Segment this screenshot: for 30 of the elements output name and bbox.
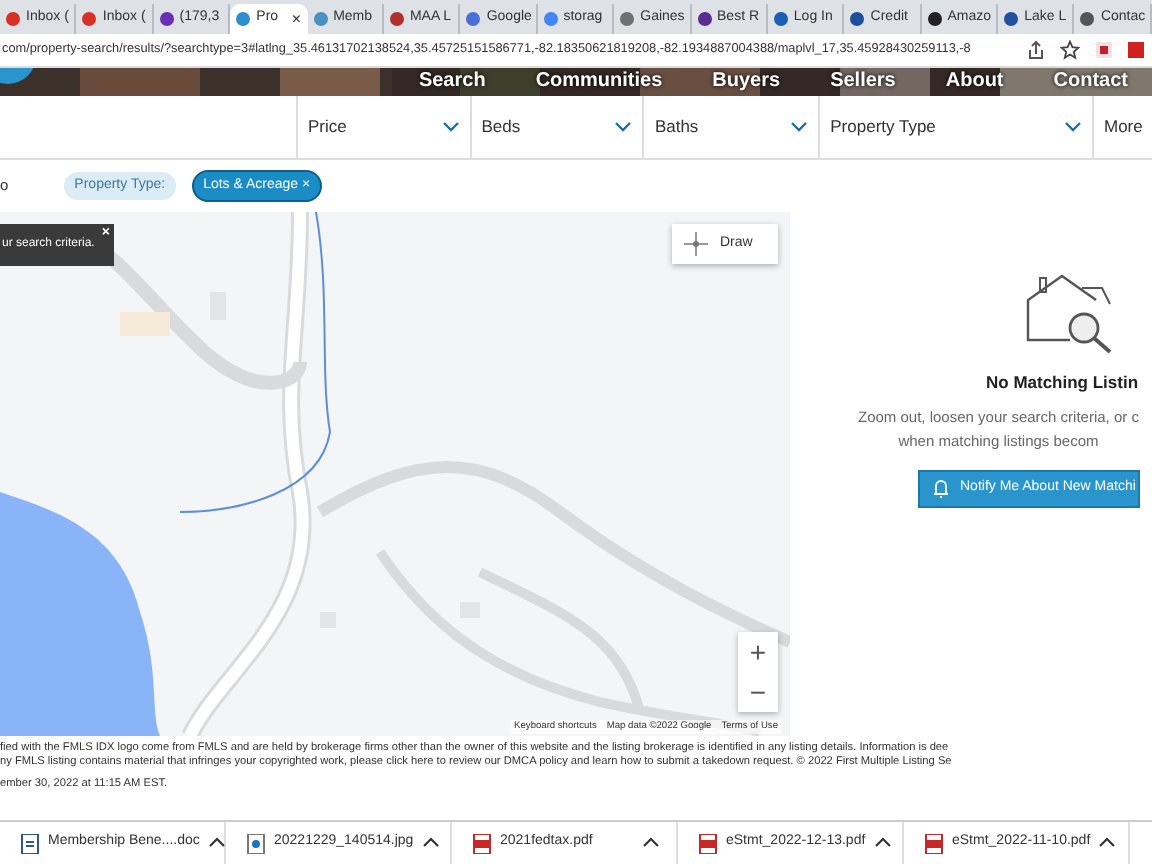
image-file-icon <box>246 833 266 853</box>
pdf-file-icon <box>924 833 944 853</box>
nav-link[interactable]: Search <box>392 68 510 96</box>
house-search-icon <box>1022 272 1114 356</box>
nav-link[interactable]: Communities <box>509 68 687 96</box>
chevron-down-icon <box>1064 120 1082 134</box>
nav-link[interactable]: Sellers <box>804 68 920 96</box>
chevron-down-icon <box>441 120 460 134</box>
logo-icon[interactable] <box>0 68 36 84</box>
zoom-out-button[interactable]: − <box>738 672 778 712</box>
document-icon <box>20 833 40 853</box>
results-heading: No Matching Listin <box>986 370 1139 396</box>
zoom-in-button[interactable]: + <box>738 632 778 672</box>
caret-icon[interactable] <box>1098 836 1117 850</box>
chevron-down-icon <box>790 120 809 134</box>
share-icon[interactable] <box>1026 40 1046 60</box>
chevron-down-icon <box>614 120 633 134</box>
crosshair-icon <box>684 232 708 256</box>
pdf-file-icon <box>698 833 718 853</box>
caret-icon[interactable] <box>207 836 226 850</box>
close-tab-icon[interactable]: × <box>291 7 302 31</box>
caret-icon[interactable] <box>421 836 440 850</box>
caret-icon[interactable] <box>873 836 892 850</box>
pdf-file-icon <box>472 833 492 853</box>
nav-link[interactable]: Contact <box>1027 68 1152 96</box>
nav-link[interactable]: Buyers <box>686 68 805 96</box>
bell-icon <box>930 477 952 500</box>
star-icon[interactable] <box>1060 40 1080 60</box>
nav-link[interactable]: About <box>919 68 1028 96</box>
caret-icon[interactable] <box>642 836 660 850</box>
